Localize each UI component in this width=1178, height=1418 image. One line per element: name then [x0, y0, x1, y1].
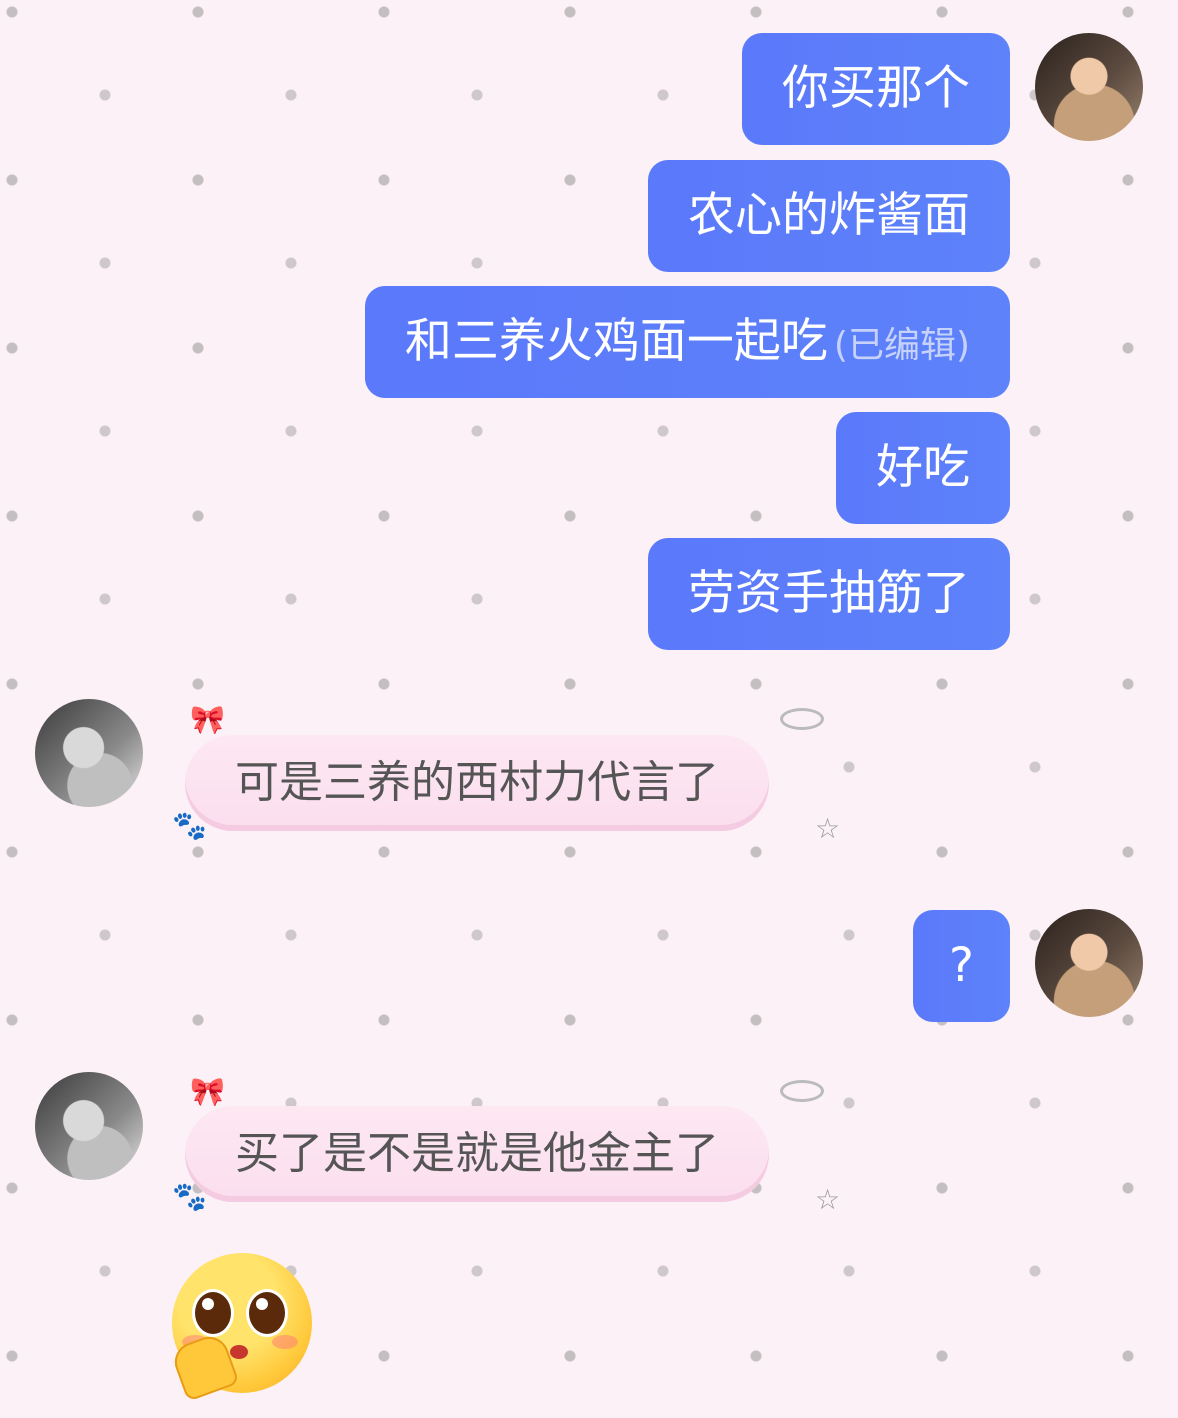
message-bubble-outgoing[interactable]: 农心的炸酱面	[648, 160, 1010, 272]
emoji-hands	[169, 1331, 240, 1402]
message-text: 你买那个	[782, 61, 970, 116]
pleading-face-emoji-icon[interactable]	[169, 1253, 312, 1402]
star-icon: ☆	[815, 1183, 841, 1216]
message-bubble-outgoing[interactable]: 劳资手抽筋了	[648, 538, 1010, 650]
message-bubble-outgoing[interactable]: 和三养火鸡面一起吃 (已编辑)	[364, 286, 1010, 398]
emoji-blush	[272, 1335, 298, 1349]
message-text: ?	[949, 938, 974, 993]
star-icon: ☆	[815, 812, 841, 845]
halo-icon	[780, 708, 824, 730]
paw-icon: 🐾	[172, 1180, 207, 1213]
message-text: 可是三养的西村力代言了	[235, 757, 719, 808]
message-text: 买了是不是就是他金主了	[235, 1128, 719, 1179]
message-text: 劳资手抽筋了	[688, 566, 970, 621]
bow-icon: 🎀	[190, 703, 225, 736]
my-avatar[interactable]	[1035, 909, 1143, 1017]
emoji-mouth	[230, 1345, 248, 1359]
message-text: 农心的炸酱面	[688, 188, 970, 243]
message-text: 好吃	[876, 440, 970, 495]
message-bubble-outgoing[interactable]: 你买那个	[742, 33, 1010, 145]
message-bubble-outgoing[interactable]: 好吃	[836, 412, 1010, 524]
contact-avatar[interactable]	[35, 699, 143, 807]
chat-area[interactable]: 你买那个 农心的炸酱面 和三养火鸡面一起吃 (已编辑) 好吃 劳资手抽筋了 🎀 可…	[0, 0, 1178, 1418]
emoji-eye	[246, 1289, 288, 1337]
halo-icon	[780, 1080, 824, 1102]
edited-label: (已编辑)	[833, 325, 970, 366]
bow-icon: 🎀	[190, 1075, 225, 1108]
my-avatar[interactable]	[1035, 33, 1143, 141]
emoji-eye	[192, 1289, 234, 1337]
message-bubble-incoming[interactable]: 可是三养的西村力代言了	[185, 735, 769, 831]
message-bubble-outgoing[interactable]: ?	[913, 910, 1010, 1022]
paw-icon: 🐾	[172, 809, 207, 842]
contact-avatar[interactable]	[35, 1072, 143, 1180]
message-bubble-incoming[interactable]: 买了是不是就是他金主了	[185, 1106, 769, 1202]
message-text: 和三养火鸡面一起吃	[404, 314, 828, 369]
